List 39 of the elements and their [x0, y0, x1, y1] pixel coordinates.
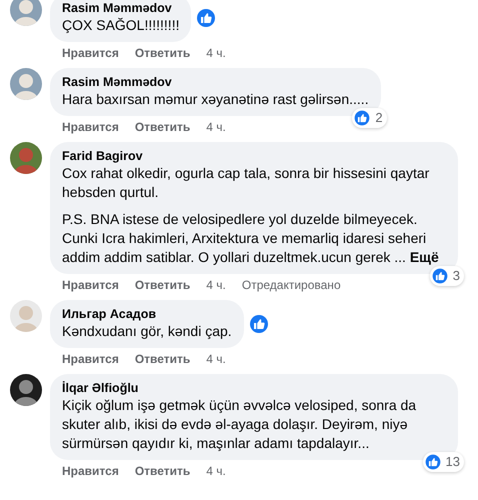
like-reaction-icon[interactable] [248, 313, 270, 335]
avatar[interactable] [10, 374, 42, 406]
reaction-pill[interactable]: 3 [430, 266, 464, 286]
like-link[interactable]: Нравится [62, 464, 119, 479]
like-reaction-icon [424, 453, 442, 471]
author-name[interactable]: Rasim Məmmədov [62, 74, 369, 90]
reply-link[interactable]: Ответить [134, 120, 190, 135]
author-name[interactable]: Farid Bagirov [62, 148, 446, 164]
comment-text: Hara baxırsan məmur xəyanətinə rast gəlirsən..... [62, 90, 369, 109]
reply-link[interactable]: Ответить [134, 278, 190, 293]
author-name[interactable]: Rasim Məmmədov [62, 0, 180, 16]
like-reaction-icon[interactable] [195, 7, 218, 29]
comment-text: Kiçik oğlum işə getmək üçün əvvəlcə velosiped, sonra da skuter alıb, ikisi də evdə əl-ayaga dolaşır. Deyirəm, niyə sürmürsən qayıdır ki, maşınlar adamı tapdalayır... [62, 396, 418, 453]
timestamp[interactable]: 4 ч. [206, 120, 226, 135]
timestamp[interactable]: 4 ч. [206, 352, 226, 367]
reaction-pill[interactable]: 13 [422, 452, 464, 472]
reply-link[interactable]: Ответить [134, 46, 190, 61]
like-link[interactable]: Нравится [62, 352, 119, 367]
reaction-count: 13 [446, 453, 460, 471]
like-link[interactable]: Нравится [62, 46, 119, 61]
author-name[interactable]: İlqar Əlfioğlu [62, 380, 446, 396]
author-name[interactable]: Ильгар Асадов [62, 306, 232, 322]
reply-link[interactable]: Ответить [134, 352, 190, 367]
like-link[interactable]: Нравится [62, 278, 119, 293]
comment-text: P.S. BNA istese de velosipedlere yol duzelde bilmeyecek. Cunki Icra hakimleri, Arxitektura ve memarliq idaresi seheri addim addim satiblar. O yollari duzeltmek.ucun gerek ... Ещё [62, 210, 440, 267]
timestamp[interactable]: 4 ч. [206, 464, 226, 479]
like-reaction-icon [353, 109, 372, 127]
edited-label: Отредактировано [242, 278, 341, 293]
like-reaction-icon [430, 267, 449, 285]
reaction-count: 2 [375, 109, 383, 127]
timestamp[interactable]: 4 ч. [206, 278, 226, 293]
reply-link[interactable]: Ответить [134, 464, 190, 479]
like-link[interactable]: Нравится [62, 120, 119, 135]
reaction-count: 3 [452, 267, 460, 285]
timestamp[interactable]: 4 ч. [206, 46, 226, 61]
comment-text: ÇOX SAĞOL!!!!!!!!! [62, 16, 180, 35]
comment-text: Kəndxudanı gör, kəndi çap. [62, 322, 232, 341]
comment-text: Cox rahat olkedir, ogurla cap tala, sonra bir hissesini qaytar hebsden qurtul. [62, 164, 430, 202]
reaction-pill[interactable]: 2 [352, 108, 387, 128]
